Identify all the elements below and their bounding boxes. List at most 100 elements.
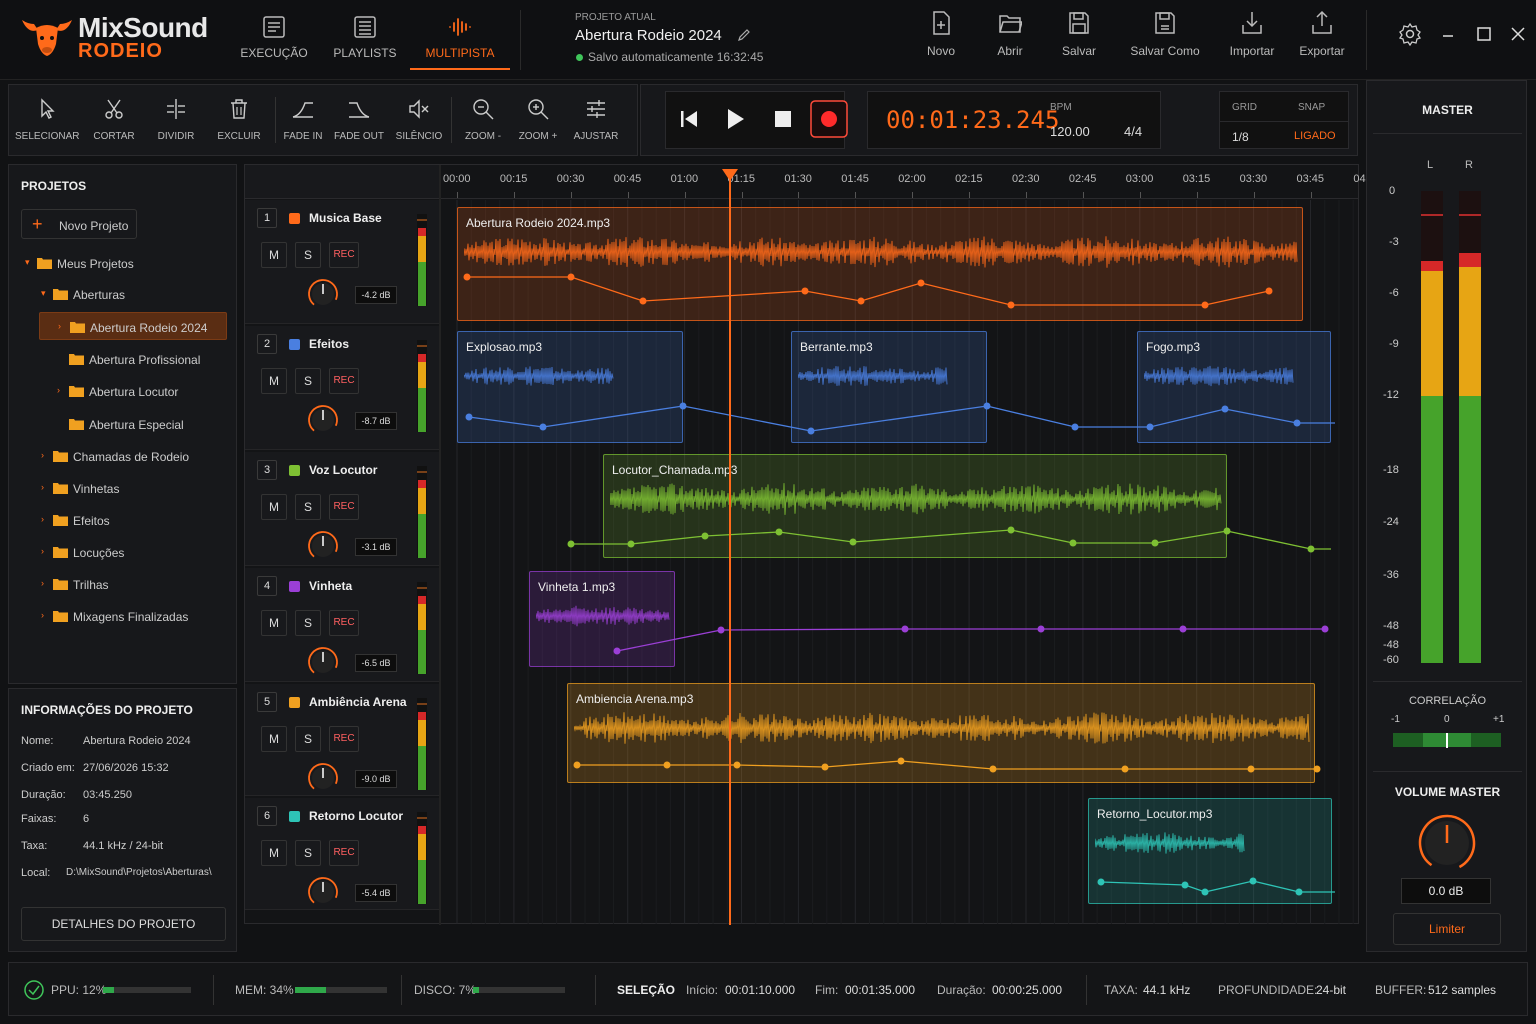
track-volume-knob[interactable] <box>307 404 339 436</box>
tree-item-abertura-locutor[interactable]: › Abertura Locutor <box>39 377 227 405</box>
record-arm-button[interactable]: REC <box>329 610 359 636</box>
track-name[interactable]: Efeitos <box>309 337 349 351</box>
tree-item-meus-projetos[interactable]: ▾ Meus Projetos <box>15 249 225 277</box>
record-arm-button[interactable]: REC <box>329 242 359 268</box>
chevron-right-icon[interactable]: › <box>41 546 44 556</box>
track-volume-value[interactable]: -6.5 dB <box>355 654 397 672</box>
track-header[interactable]: 5 Ambiência Arena M S REC -9.0 dB <box>245 684 439 796</box>
solo-button[interactable]: S <box>295 610 321 636</box>
mute-button[interactable]: M <box>261 840 287 866</box>
track-name[interactable]: Retorno Locutor <box>309 809 403 823</box>
solo-button[interactable]: S <box>295 840 321 866</box>
audio-clip[interactable]: Abertura Rodeio 2024.mp3 <box>457 207 1303 321</box>
tree-item-chamadas-de-rodeio[interactable]: › Chamadas de Rodeio <box>15 442 225 470</box>
mute-button[interactable]: M <box>261 242 287 268</box>
record-arm-button[interactable]: REC <box>329 726 359 752</box>
limiter-button[interactable]: Limiter <box>1393 913 1501 945</box>
tab-playlists[interactable]: PLAYLISTS <box>326 0 404 70</box>
track-header[interactable]: 1 Musica Base M S REC -4.2 dB <box>245 200 439 324</box>
tree-item-aberturas[interactable]: ▾ Aberturas <box>15 280 225 308</box>
track-color-swatch[interactable] <box>289 811 300 822</box>
chevron-right-icon[interactable]: › <box>41 514 44 524</box>
minimize-icon[interactable] <box>1436 22 1460 46</box>
master-volume-knob[interactable] <box>1417 813 1477 873</box>
skip-back-icon[interactable] <box>669 99 709 139</box>
audio-clip[interactable]: Retorno_Locutor.mp3 <box>1088 798 1332 904</box>
chevron-right-icon[interactable]: › <box>41 578 44 588</box>
track-name[interactable]: Vinheta <box>309 579 352 593</box>
adjust-tool[interactable]: AJUSTAR <box>564 97 628 142</box>
track-volume-value[interactable]: -3.1 dB <box>355 538 397 556</box>
save-as-button[interactable]: Salvar Como <box>1122 10 1208 58</box>
tree-item-mixagens-finalizadas[interactable]: › Mixagens Finalizadas <box>15 602 225 630</box>
track-name[interactable]: Voz Locutor <box>309 463 377 477</box>
new-project-button[interactable]: + Novo Projeto <box>21 209 137 239</box>
tree-item-abertura-especial[interactable]: ›Abertura Especial <box>39 410 227 438</box>
mute-button[interactable]: M <box>261 610 287 636</box>
chevron-right-icon[interactable]: › <box>41 450 44 460</box>
track-header[interactable]: 6 Retorno Locutor M S REC -5.4 dB <box>245 798 439 910</box>
open-button[interactable]: Abrir <box>975 10 1045 58</box>
select-tool[interactable]: SELECIONAR <box>15 97 79 142</box>
tree-item-locucoes[interactable]: › Locuções <box>15 538 225 566</box>
stop-icon[interactable] <box>763 99 803 139</box>
split-tool[interactable]: DIVIDIR <box>144 97 208 142</box>
fade-in-tool[interactable]: FADE IN <box>271 97 335 142</box>
chevron-down-icon[interactable]: ▾ <box>41 288 46 299</box>
mute-button[interactable]: M <box>261 368 287 394</box>
track-volume-value[interactable]: -9.0 dB <box>355 770 397 788</box>
audio-clip[interactable]: Explosao.mp3 <box>457 331 683 443</box>
tree-item-trilhas[interactable]: › Trilhas <box>15 570 225 598</box>
track-volume-knob[interactable] <box>307 876 339 908</box>
bpm-value[interactable]: 120.00 <box>1050 124 1090 139</box>
solo-button[interactable]: S <box>295 242 321 268</box>
track-header[interactable]: 3 Voz Locutor M S REC -3.1 dB <box>245 452 439 566</box>
audio-clip[interactable]: Berrante.mp3 <box>791 331 987 443</box>
delete-tool[interactable]: EXCLUIR <box>207 97 271 142</box>
mute-button[interactable]: M <box>261 494 287 520</box>
track-name[interactable]: Ambiência Arena <box>309 695 407 709</box>
tree-item-abertura-profissional[interactable]: ›Abertura Profissional <box>39 345 227 373</box>
tree-item-vinhetas[interactable]: › Vinhetas <box>15 474 225 502</box>
zoom-in-tool[interactable]: ZOOM + <box>506 97 570 142</box>
fade-out-tool[interactable]: FADE OUT <box>327 97 391 142</box>
track-header[interactable]: 4 Vinheta M S REC -6.5 dB <box>245 568 439 682</box>
track-volume-value[interactable]: -5.4 dB <box>355 884 397 902</box>
tab-execucao[interactable]: EXECUÇÃO <box>236 0 312 70</box>
record-arm-button[interactable]: REC <box>329 840 359 866</box>
play-icon[interactable] <box>715 99 755 139</box>
record-arm-button[interactable]: REC <box>329 368 359 394</box>
track-header[interactable]: 2 Efeitos M S REC -8.7 dB <box>245 326 439 450</box>
track-color-swatch[interactable] <box>289 465 300 476</box>
chevron-right-icon[interactable]: › <box>57 385 60 395</box>
solo-button[interactable]: S <box>295 368 321 394</box>
audio-clip[interactable]: Fogo.mp3 <box>1137 331 1331 443</box>
export-button[interactable]: Exportar <box>1287 10 1357 58</box>
chevron-down-icon[interactable]: ▾ <box>25 257 30 268</box>
audio-clip[interactable]: Ambiencia Arena.mp3 <box>567 683 1315 783</box>
grid-value[interactable]: 1/8 <box>1232 130 1249 144</box>
track-volume-knob[interactable] <box>307 278 339 310</box>
snap-value[interactable]: LIGADO <box>1294 130 1336 142</box>
gear-icon[interactable] <box>1398 22 1422 46</box>
mute-button[interactable]: M <box>261 726 287 752</box>
track-color-swatch[interactable] <box>289 697 300 708</box>
cut-tool[interactable]: CORTAR <box>82 97 146 142</box>
edit-icon[interactable] <box>737 28 751 42</box>
tree-item-abertura-rodeio-2024[interactable]: › Abertura Rodeio 2024 <box>39 312 227 340</box>
track-color-swatch[interactable] <box>289 581 300 592</box>
track-volume-knob[interactable] <box>307 646 339 678</box>
track-volume-knob[interactable] <box>307 530 339 562</box>
new-button[interactable]: Novo <box>906 10 976 58</box>
record-arm-button[interactable]: REC <box>329 494 359 520</box>
timeline-ruler[interactable]: 00:00 00:15 00:30 00:45 01:00 01:15 01:30 01:45… <box>441 165 1381 199</box>
audio-clip[interactable]: Locutor_Chamada.mp3 <box>603 454 1227 558</box>
save-button[interactable]: Salvar <box>1044 10 1114 58</box>
track-volume-value[interactable]: -4.2 dB <box>355 286 397 304</box>
track-name[interactable]: Musica Base <box>309 211 382 225</box>
playhead[interactable] <box>729 171 731 925</box>
silence-tool[interactable]: SILÊNCIO <box>387 97 451 142</box>
audio-clip[interactable]: Vinheta 1.mp3 <box>529 571 675 667</box>
tab-multipista[interactable]: MULTIPISTA <box>410 0 510 70</box>
tree-item-efeitos[interactable]: › Efeitos <box>15 506 225 534</box>
